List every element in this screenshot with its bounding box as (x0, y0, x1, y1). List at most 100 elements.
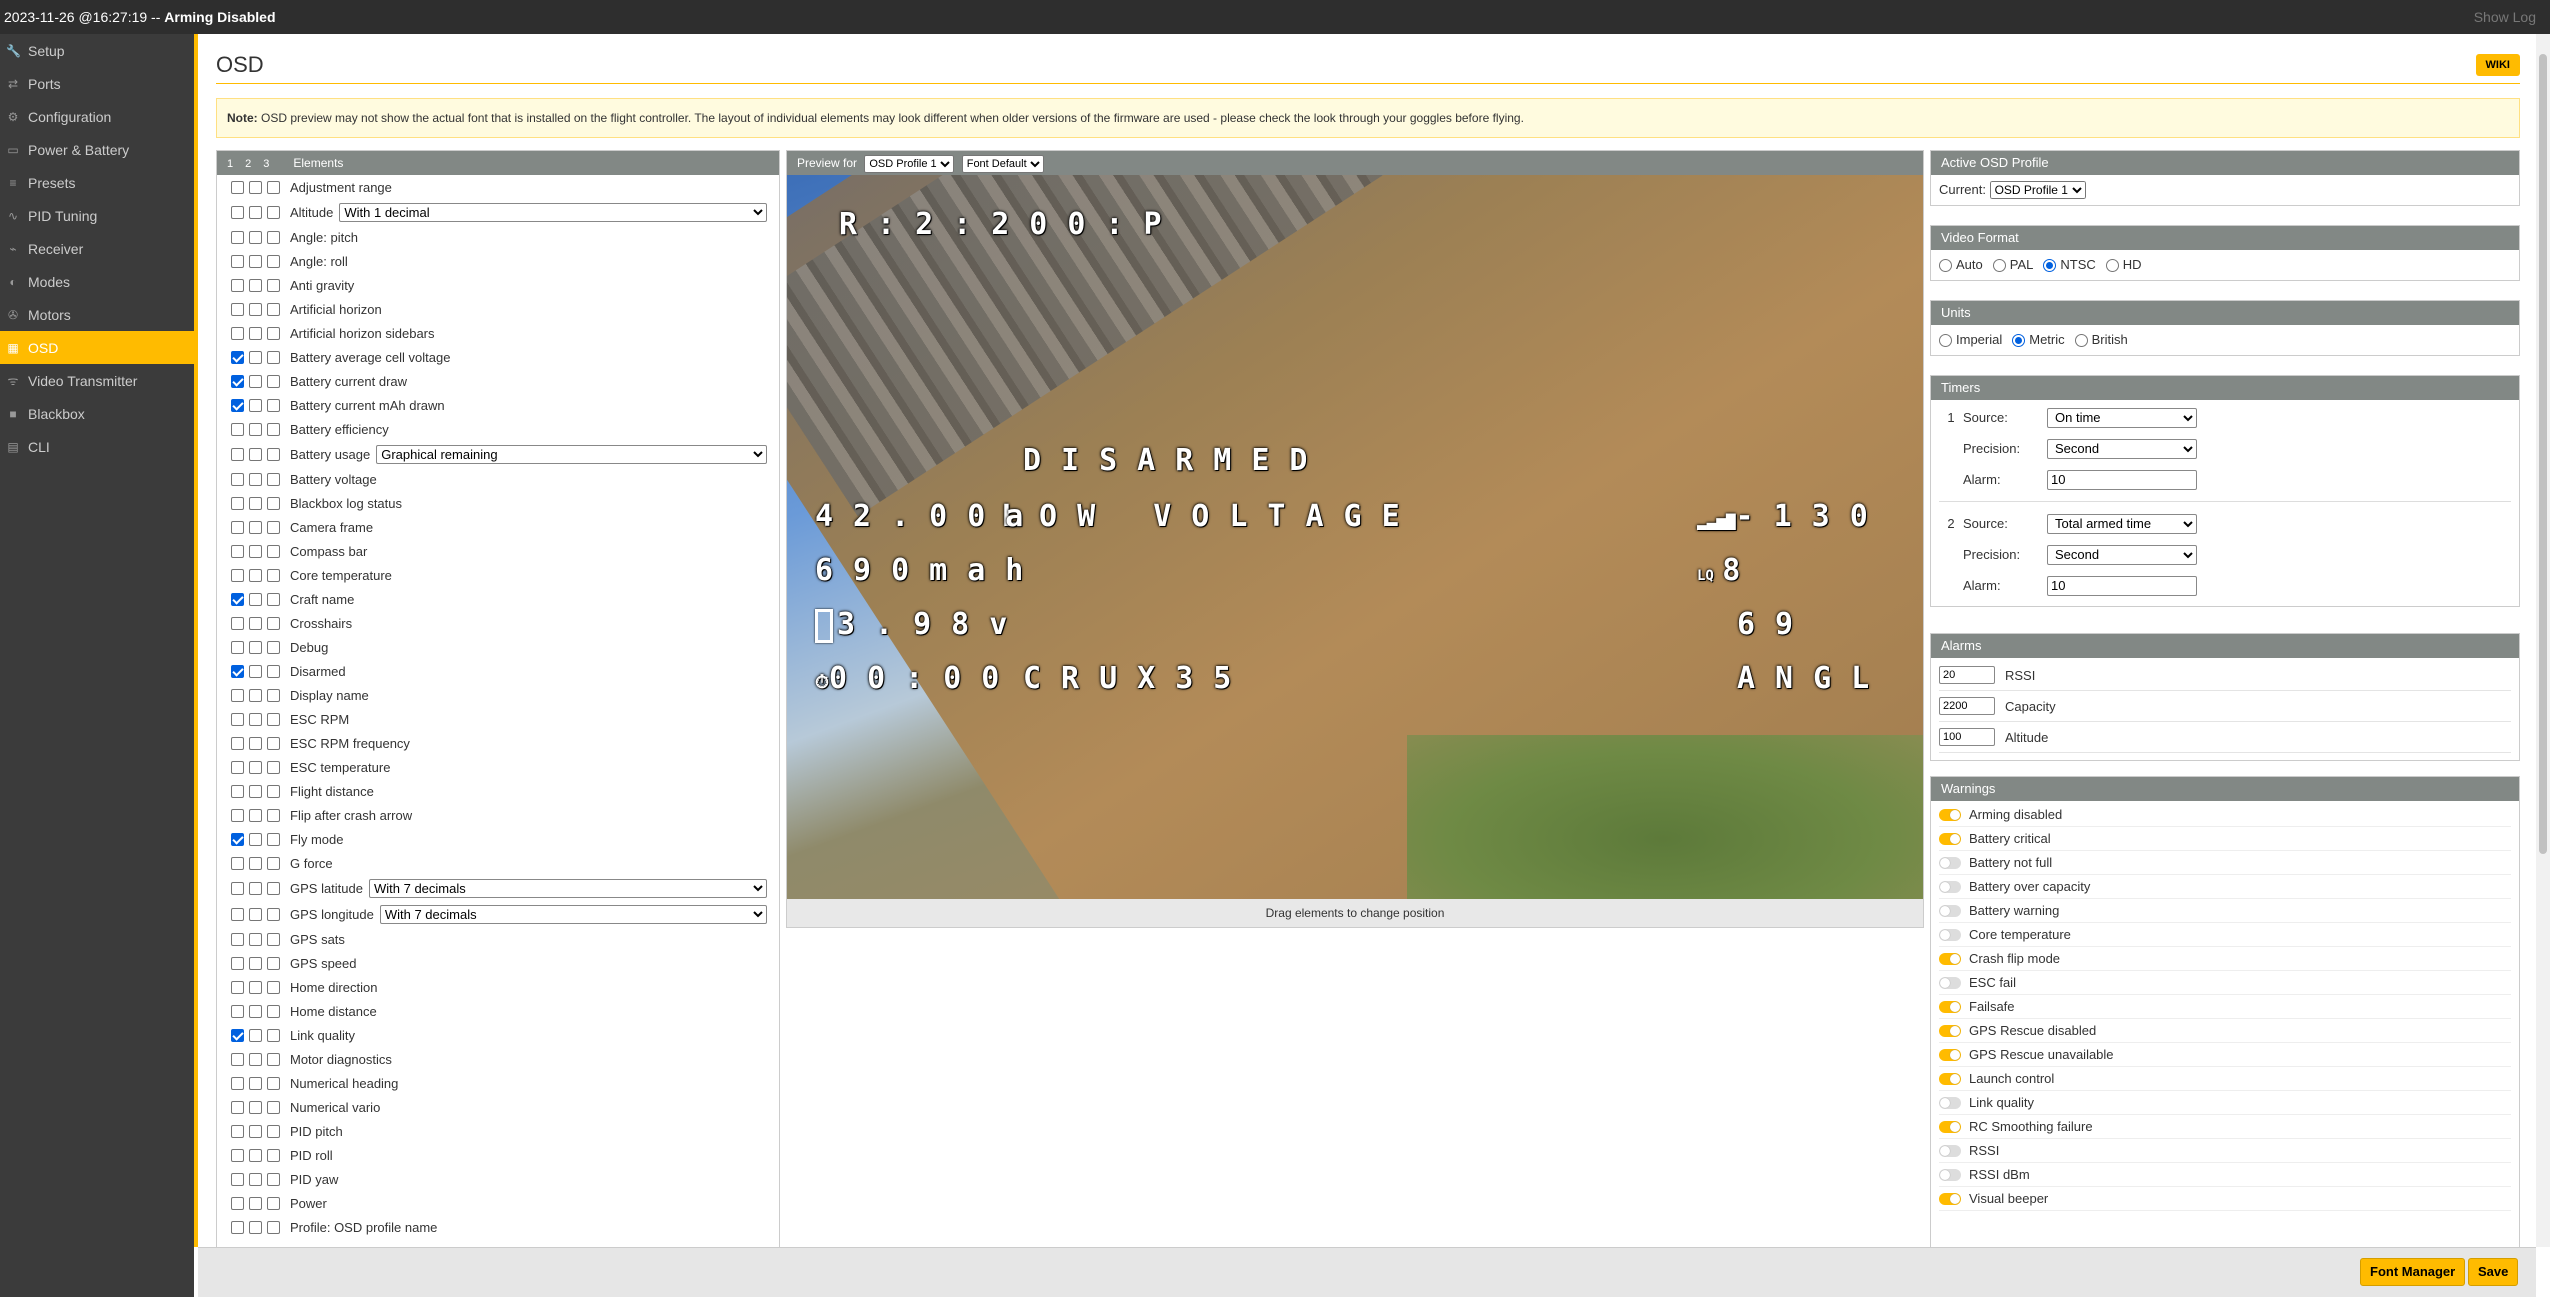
profile-1-checkbox[interactable] (231, 422, 244, 436)
profile-3-checkbox[interactable] (267, 808, 280, 822)
profile-3-checkbox[interactable] (267, 1220, 280, 1234)
profile-3-checkbox[interactable] (267, 1196, 280, 1210)
profile-1-checkbox[interactable] (231, 1076, 244, 1090)
profile-1-checkbox[interactable] (231, 856, 244, 870)
profile-3-checkbox[interactable] (267, 736, 280, 750)
profile-2-checkbox[interactable] (249, 1052, 262, 1066)
profile-1-checkbox[interactable] (231, 1052, 244, 1066)
sidebar-item-cli[interactable]: ▤ CLI (0, 430, 194, 463)
wiki-button[interactable]: WIKI (2475, 54, 2520, 76)
profile-2-checkbox[interactable] (249, 980, 262, 994)
radio-button[interactable] (1939, 259, 1952, 273)
warning-toggle[interactable] (1939, 808, 1961, 821)
profile-3-checkbox[interactable] (267, 784, 280, 798)
profile-1-checkbox[interactable] (231, 398, 244, 412)
profile-2-checkbox[interactable] (249, 398, 262, 412)
profile-1-checkbox[interactable] (231, 1220, 244, 1234)
profile-3-checkbox[interactable] (267, 1100, 280, 1114)
profile-1-checkbox[interactable] (231, 447, 244, 461)
font-manager-button[interactable]: Font Manager (2360, 1258, 2466, 1286)
warning-toggle[interactable] (1939, 1144, 1961, 1157)
warning-toggle[interactable] (1939, 1168, 1961, 1181)
warning-toggle[interactable] (1939, 856, 1961, 869)
font-select[interactable]: Font Default (961, 155, 1044, 173)
profile-3-checkbox[interactable] (267, 1124, 280, 1138)
warning-toggle[interactable] (1939, 1120, 1961, 1133)
profile-1-checkbox[interactable] (231, 832, 244, 846)
profile-1-checkbox[interactable] (231, 278, 244, 292)
profile-1-checkbox[interactable] (231, 205, 244, 219)
element-variant-select[interactable]: With 7 decimals (369, 878, 767, 898)
profile-1-checkbox[interactable] (231, 1100, 244, 1114)
profile-2-checkbox[interactable] (249, 1220, 262, 1234)
warning-toggle[interactable] (1939, 1096, 1961, 1109)
sidebar-item-configuration[interactable]: ⚙ Configuration (0, 100, 194, 133)
profile-3-checkbox[interactable] (267, 1148, 280, 1162)
profile-2-checkbox[interactable] (249, 1124, 262, 1138)
profile-2-checkbox[interactable] (249, 496, 262, 510)
radio-button[interactable] (1939, 334, 1952, 348)
radio-button[interactable] (2074, 334, 2088, 348)
profile-2-checkbox[interactable] (249, 956, 262, 970)
warning-toggle[interactable] (1939, 1024, 1961, 1037)
warning-toggle[interactable] (1939, 904, 1961, 917)
profile-3-checkbox[interactable] (267, 1004, 280, 1018)
element-variant-select[interactable]: With 1 decimal (339, 202, 767, 222)
profile-3-checkbox[interactable] (267, 640, 280, 654)
sidebar-item-receiver[interactable]: ⌁ Receiver (0, 232, 194, 265)
profile-1-checkbox[interactable] (231, 1124, 244, 1138)
element-variant-select[interactable]: With 7 decimals (379, 904, 767, 924)
profile-1-checkbox[interactable] (231, 472, 244, 486)
profile-1-checkbox[interactable] (231, 616, 244, 630)
video-format-option-hd[interactable]: HD (2105, 257, 2142, 273)
preview-profile-select[interactable]: OSD Profile 1 (864, 155, 955, 173)
profile-2-checkbox[interactable] (249, 180, 262, 194)
profile-1-checkbox[interactable] (231, 808, 244, 822)
osd-disarmed[interactable]: DISARMED (1023, 443, 1328, 478)
sidebar-item-setup[interactable]: 🔧 Setup (0, 34, 194, 67)
profile-3-checkbox[interactable] (267, 398, 280, 412)
profile-1-checkbox[interactable] (231, 180, 244, 194)
profile-2-checkbox[interactable] (249, 447, 262, 461)
warning-toggle[interactable] (1939, 1048, 1961, 1061)
profile-2-checkbox[interactable] (249, 712, 262, 726)
profile-1-checkbox[interactable] (231, 688, 244, 702)
profile-2-checkbox[interactable] (249, 856, 262, 870)
video-format-option-auto[interactable]: Auto (1939, 257, 1983, 273)
profile-3-checkbox[interactable] (267, 1172, 280, 1186)
profile-2-checkbox[interactable] (249, 254, 262, 268)
units-option-imperial[interactable]: Imperial (1939, 332, 2002, 348)
profile-1-checkbox[interactable] (231, 520, 244, 534)
profile-3-checkbox[interactable] (267, 496, 280, 510)
sidebar-item-video-transmitter[interactable]: ᯤ Video Transmitter (0, 364, 194, 397)
profile-3-checkbox[interactable] (267, 712, 280, 726)
profile-2-checkbox[interactable] (249, 520, 262, 534)
radio-button[interactable] (2105, 259, 2119, 273)
timer-2-precision-select[interactable]: Second (2047, 544, 2197, 565)
profile-tab-3[interactable]: 3 (263, 158, 269, 170)
timer-2-source-select[interactable]: Total armed time (2047, 513, 2197, 534)
profile-2-checkbox[interactable] (249, 568, 262, 582)
show-log-link[interactable]: Show Log (2474, 9, 2536, 25)
timer-1-alarm-input[interactable] (2047, 469, 2197, 490)
profile-2-checkbox[interactable] (249, 932, 262, 946)
profile-2-checkbox[interactable] (249, 1196, 262, 1210)
warning-toggle[interactable] (1939, 976, 1961, 989)
profile-1-checkbox[interactable] (231, 230, 244, 244)
profile-2-checkbox[interactable] (249, 302, 262, 316)
osd-mah-drawn[interactable]: 690mah (815, 553, 1043, 588)
profile-3-checkbox[interactable] (267, 1052, 280, 1066)
osd-craft-name[interactable]: CRUX35 (1023, 661, 1251, 696)
osd-rssi-dbm[interactable]: ▂▃▅▇-130 (1697, 499, 1888, 534)
alarm-altitude-input[interactable] (1939, 728, 1995, 746)
profile-1-checkbox[interactable] (231, 1148, 244, 1162)
profile-3-checkbox[interactable] (267, 856, 280, 870)
profile-1-checkbox[interactable] (231, 302, 244, 316)
profile-2-checkbox[interactable] (249, 592, 262, 606)
profile-1-checkbox[interactable] (231, 664, 244, 678)
timer-1-source-select[interactable]: On time (2047, 407, 2197, 428)
profile-3-checkbox[interactable] (267, 374, 280, 388)
osd-rate-profile[interactable]: R:2:200:P (839, 207, 1182, 242)
sidebar-item-power-battery[interactable]: ▭ Power & Battery (0, 133, 194, 166)
warning-toggle[interactable] (1939, 1000, 1961, 1013)
